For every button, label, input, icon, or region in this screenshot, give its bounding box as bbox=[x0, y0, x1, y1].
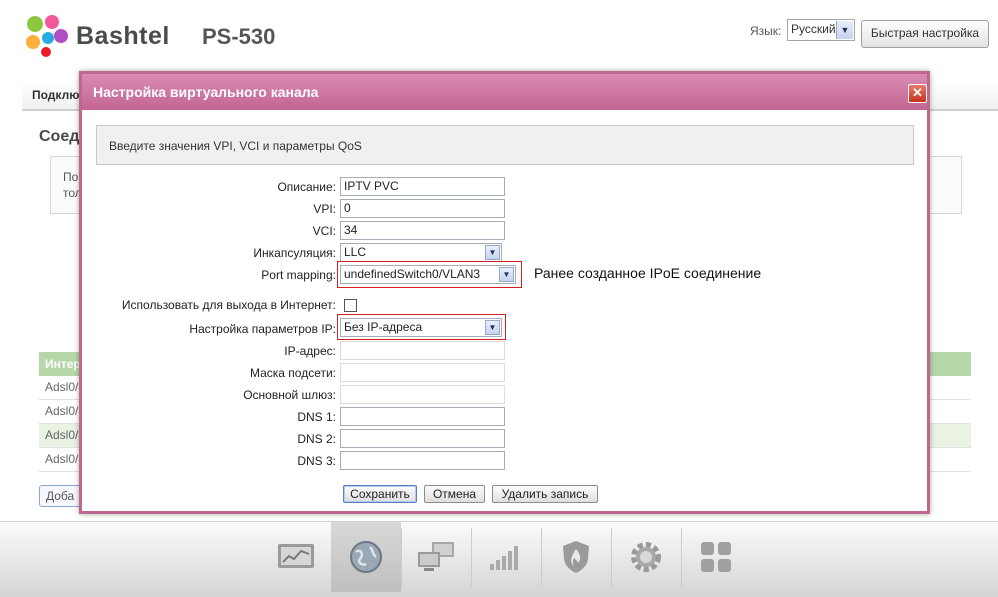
quick-setup-button[interactable]: Быстрая настройка bbox=[861, 20, 989, 48]
dns3-input[interactable] bbox=[340, 451, 505, 470]
language-select-value: Русский bbox=[791, 22, 836, 36]
dialog-title: Настройка виртуального канала bbox=[93, 84, 319, 100]
hint-text: Введите значения VPI, VCI и параметры Qo… bbox=[109, 139, 362, 153]
chevron-down-icon: ▼ bbox=[485, 245, 500, 260]
save-button[interactable]: Сохранить bbox=[343, 485, 417, 503]
shield-icon[interactable] bbox=[541, 522, 611, 592]
network-computers-icon[interactable] bbox=[401, 522, 471, 592]
info-text-line: По bbox=[63, 170, 79, 184]
gateway-label: Основной шлюз: bbox=[243, 388, 336, 402]
description-label: Описание: bbox=[277, 180, 336, 194]
description-input[interactable]: IPTV PVC bbox=[340, 177, 505, 196]
ip-settings-select[interactable]: Без IP-адреса ▼ bbox=[340, 318, 502, 337]
close-icon[interactable]: ✕ bbox=[908, 84, 927, 103]
ip-address-label: IP-адрес: bbox=[284, 344, 336, 358]
vpi-label: VPI: bbox=[313, 202, 336, 216]
vci-input[interactable]: 34 bbox=[340, 221, 505, 240]
chevron-down-icon: ▼ bbox=[485, 320, 500, 335]
dns1-label: DNS 1: bbox=[297, 410, 336, 424]
dns1-input[interactable] bbox=[340, 407, 505, 426]
encapsulation-select[interactable]: LLC ▼ bbox=[340, 243, 502, 262]
apps-grid-icon[interactable] bbox=[681, 522, 751, 592]
globe-icon[interactable] bbox=[331, 522, 401, 592]
delete-entry-button[interactable]: Удалить запись bbox=[492, 485, 598, 503]
bashtel-logo-icon bbox=[26, 15, 68, 57]
page-title: Соед bbox=[39, 128, 80, 145]
port-mapping-annotation: Ранее созданное IPoE соединение bbox=[534, 265, 762, 281]
vci-label: VCI: bbox=[312, 224, 336, 238]
language-label: Язык: bbox=[750, 24, 782, 38]
device-model: PS-530 bbox=[202, 24, 276, 49]
internet-access-checkbox[interactable] bbox=[344, 299, 357, 312]
ip-address-input bbox=[340, 341, 505, 360]
monitor-chart-icon[interactable] bbox=[261, 522, 331, 592]
subnet-mask-label: Маска подсети: bbox=[249, 366, 336, 380]
chevron-down-icon: ▼ bbox=[836, 21, 853, 39]
encapsulation-select-value: LLC bbox=[344, 245, 367, 259]
port-mapping-label: Port mapping: bbox=[261, 268, 336, 282]
cancel-button[interactable]: Отмена bbox=[424, 485, 485, 503]
gear-icon[interactable] bbox=[611, 522, 681, 592]
port-mapping-select-value: undefinedSwitch0/VLAN3 bbox=[344, 267, 481, 281]
signal-bars-icon[interactable] bbox=[471, 522, 541, 592]
hint-box: Введите значения VPI, VCI и параметры Qo… bbox=[96, 125, 914, 165]
bottom-dock bbox=[0, 521, 998, 597]
vpi-input[interactable]: 0 bbox=[340, 199, 505, 218]
encapsulation-label: Инкапсуляция: bbox=[253, 246, 336, 260]
language-select[interactable]: Русский ▼ bbox=[787, 19, 855, 41]
dialog-title-bar[interactable]: Настройка виртуального канала ✕ bbox=[82, 74, 927, 110]
internet-access-label: Использовать для выхода в Интернет: bbox=[121, 298, 336, 312]
gateway-input bbox=[340, 385, 505, 404]
nav-tab-connections[interactable]: Подклю bbox=[32, 88, 79, 102]
ip-settings-select-value: Без IP-адреса bbox=[344, 320, 423, 334]
dns2-input[interactable] bbox=[340, 429, 505, 448]
dns3-label: DNS 3: bbox=[297, 454, 336, 468]
virtual-channel-dialog: Настройка виртуального канала ✕ Введите … bbox=[79, 71, 930, 514]
ip-settings-label: Настройка параметров IP: bbox=[189, 322, 336, 336]
dns2-label: DNS 2: bbox=[297, 432, 336, 446]
port-mapping-select[interactable]: undefinedSwitch0/VLAN3 ▼ bbox=[340, 265, 516, 284]
subnet-mask-input bbox=[340, 363, 505, 382]
chevron-down-icon: ▼ bbox=[499, 267, 514, 282]
brand-name: Bashtel bbox=[76, 22, 170, 50]
